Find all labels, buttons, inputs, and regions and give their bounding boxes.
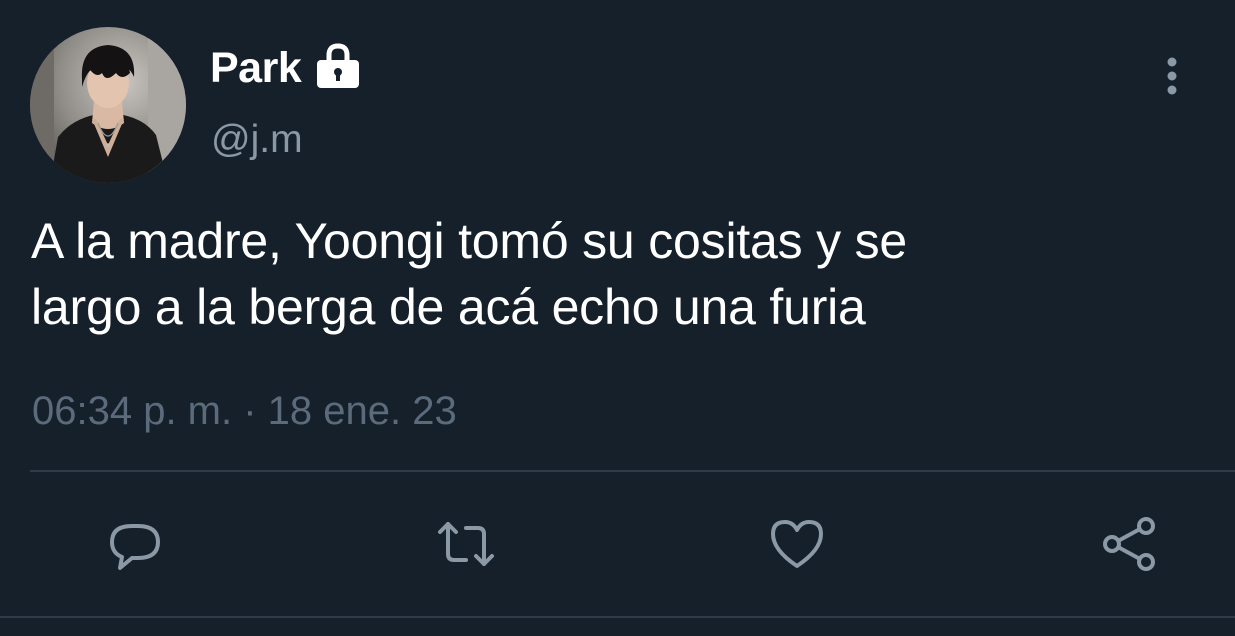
avatar[interactable] <box>30 27 186 183</box>
share-icon <box>1103 517 1155 571</box>
heart-icon <box>771 520 823 568</box>
reply-icon <box>110 524 160 570</box>
reply-button[interactable] <box>102 512 166 576</box>
divider-bottom <box>0 616 1235 618</box>
tweet-text-line-2: largo a la berga de acá echo una furia <box>31 279 866 335</box>
tweet-text: A la madre, Yoongi tomó su cositas y se … <box>31 208 1181 340</box>
tweet-timestamp[interactable]: 06:34 p. m. · 18 ene. 23 <box>32 387 457 435</box>
divider <box>30 470 1235 472</box>
retweet-icon <box>438 522 494 566</box>
like-button[interactable] <box>765 512 829 576</box>
display-name[interactable]: Park <box>210 42 302 94</box>
more-vertical-icon[interactable] <box>1150 52 1194 100</box>
retweet-button[interactable] <box>434 512 498 576</box>
avatar-image <box>30 27 186 183</box>
tweet-card: Park @j.m A la madre, Yoongi tomó su cos… <box>0 0 1235 636</box>
user-handle[interactable]: @j.m <box>211 116 303 164</box>
tweet-text-line-1: A la madre, Yoongi tomó su cositas y se <box>31 213 908 269</box>
share-button[interactable] <box>1098 512 1162 576</box>
lock-icon <box>317 43 359 88</box>
